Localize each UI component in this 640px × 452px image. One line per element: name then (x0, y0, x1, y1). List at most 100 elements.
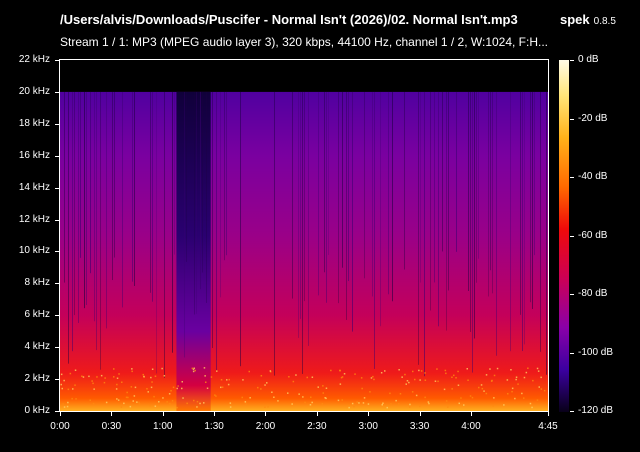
y-tick-mark (55, 187, 60, 189)
low-freq-highlight (143, 375, 145, 378)
db-tick-label: -80 dB (578, 288, 608, 299)
spectrum-streak (510, 91, 511, 352)
low-freq-highlight (361, 387, 363, 390)
low-freq-highlight (203, 402, 205, 404)
low-freq-highlight (538, 386, 540, 388)
spectrogram-plot[interactable] (59, 59, 549, 412)
spectrum-streak (206, 91, 207, 303)
low-freq-highlight (186, 402, 188, 405)
low-freq-highlight (193, 367, 195, 369)
low-freq-highlight (354, 373, 356, 375)
low-freq-highlight (507, 393, 509, 395)
spectrum-streak (202, 91, 203, 273)
db-tick-mark (570, 294, 574, 295)
low-freq-highlight (191, 367, 194, 370)
low-freq-highlight (105, 401, 108, 404)
low-freq-highlight (194, 369, 196, 372)
spectrum-streak (292, 91, 293, 299)
x-tick-label: 3:00 (358, 421, 378, 432)
low-freq-highlight (322, 392, 324, 394)
low-freq-highlight (241, 396, 243, 399)
low-freq-highlight (134, 386, 137, 389)
low-freq-highlight (62, 403, 64, 405)
low-freq-highlight (457, 384, 460, 386)
low-freq-highlight (142, 373, 144, 376)
y-tick-mark (55, 251, 60, 253)
low-freq-highlight (306, 376, 308, 379)
x-tick-label: 2:00 (255, 421, 276, 432)
low-freq-highlight (115, 388, 118, 390)
low-freq-highlight (196, 406, 198, 408)
low-freq-highlight (390, 403, 392, 405)
low-freq-highlight (397, 403, 400, 405)
low-freq-highlight (168, 393, 171, 395)
db-tick-mark (570, 177, 574, 178)
low-freq-highlight (288, 376, 290, 378)
low-freq-highlight (491, 379, 493, 382)
low-freq-highlight (310, 396, 312, 398)
low-freq-highlight (113, 376, 115, 378)
low-freq-highlight (483, 390, 485, 392)
spectrum-streak (122, 91, 123, 308)
spectrum-streak (84, 91, 85, 309)
y-tick-label: 10 kHz (18, 245, 50, 257)
spectrum-streak (352, 91, 353, 332)
low-freq-highlight (356, 401, 358, 403)
spectrum-streak (86, 91, 87, 305)
low-freq-highlight (325, 387, 328, 389)
low-freq-highlight (317, 386, 319, 388)
low-freq-highlight (373, 378, 375, 381)
spectrum-streak (532, 91, 533, 309)
low-freq-highlight (409, 403, 411, 406)
file-path-title: /Users/alvis/Downloads/Puscifer - Normal… (60, 12, 518, 27)
spectrum-streak (524, 91, 525, 345)
spectrum-streak (342, 91, 343, 268)
spectrum-streak (364, 91, 365, 279)
spectrum-streak (64, 91, 65, 283)
spectrum-streak (240, 91, 241, 367)
y-tick-mark (55, 347, 60, 349)
low-freq-highlight (181, 387, 183, 390)
low-freq-highlight (170, 390, 172, 392)
low-freq-highlight (362, 402, 365, 404)
low-freq-highlight (527, 367, 529, 369)
low-freq-highlight (271, 391, 273, 393)
low-freq-highlight (353, 405, 355, 408)
low-freq-highlight (408, 381, 410, 384)
low-freq-highlight (466, 368, 468, 370)
spectrum-streak (114, 91, 115, 258)
low-freq-highlight (363, 397, 366, 399)
x-tick-label: 1:30 (204, 421, 224, 432)
low-freq-highlight (130, 386, 133, 388)
low-freq-highlight (96, 376, 98, 378)
low-freq-highlight (372, 375, 374, 378)
low-freq-highlight (330, 369, 332, 372)
low-freq-highlight (132, 400, 134, 402)
db-color-scale (559, 60, 569, 412)
spectrum-streak (522, 91, 523, 352)
spectrum-streak (216, 91, 217, 371)
low-freq-highlight (138, 403, 141, 405)
spectrum-streak (328, 91, 329, 255)
low-freq-highlight (129, 405, 132, 408)
low-freq-highlight (267, 406, 269, 408)
low-freq-highlight (277, 400, 279, 402)
low-freq-highlight (242, 379, 244, 381)
low-freq-highlight (304, 401, 306, 404)
low-freq-highlight (149, 404, 151, 407)
spectrum-streak (196, 91, 197, 314)
db-tick-mark (570, 60, 574, 61)
spectrum-streak (520, 91, 521, 315)
low-freq-highlight (229, 406, 232, 408)
db-tick-label: -20 dB (578, 112, 608, 124)
low-freq-highlight (127, 396, 129, 399)
app-label: spek 0.8.5 (560, 12, 616, 27)
low-freq-highlight (481, 387, 484, 390)
low-freq-highlight (506, 379, 509, 381)
low-freq-highlight (367, 403, 370, 405)
low-freq-highlight (192, 370, 195, 373)
low-freq-highlight (220, 386, 222, 389)
low-freq-highlight (103, 381, 106, 384)
low-freq-highlight (269, 370, 272, 372)
low-freq-highlight (496, 367, 499, 370)
